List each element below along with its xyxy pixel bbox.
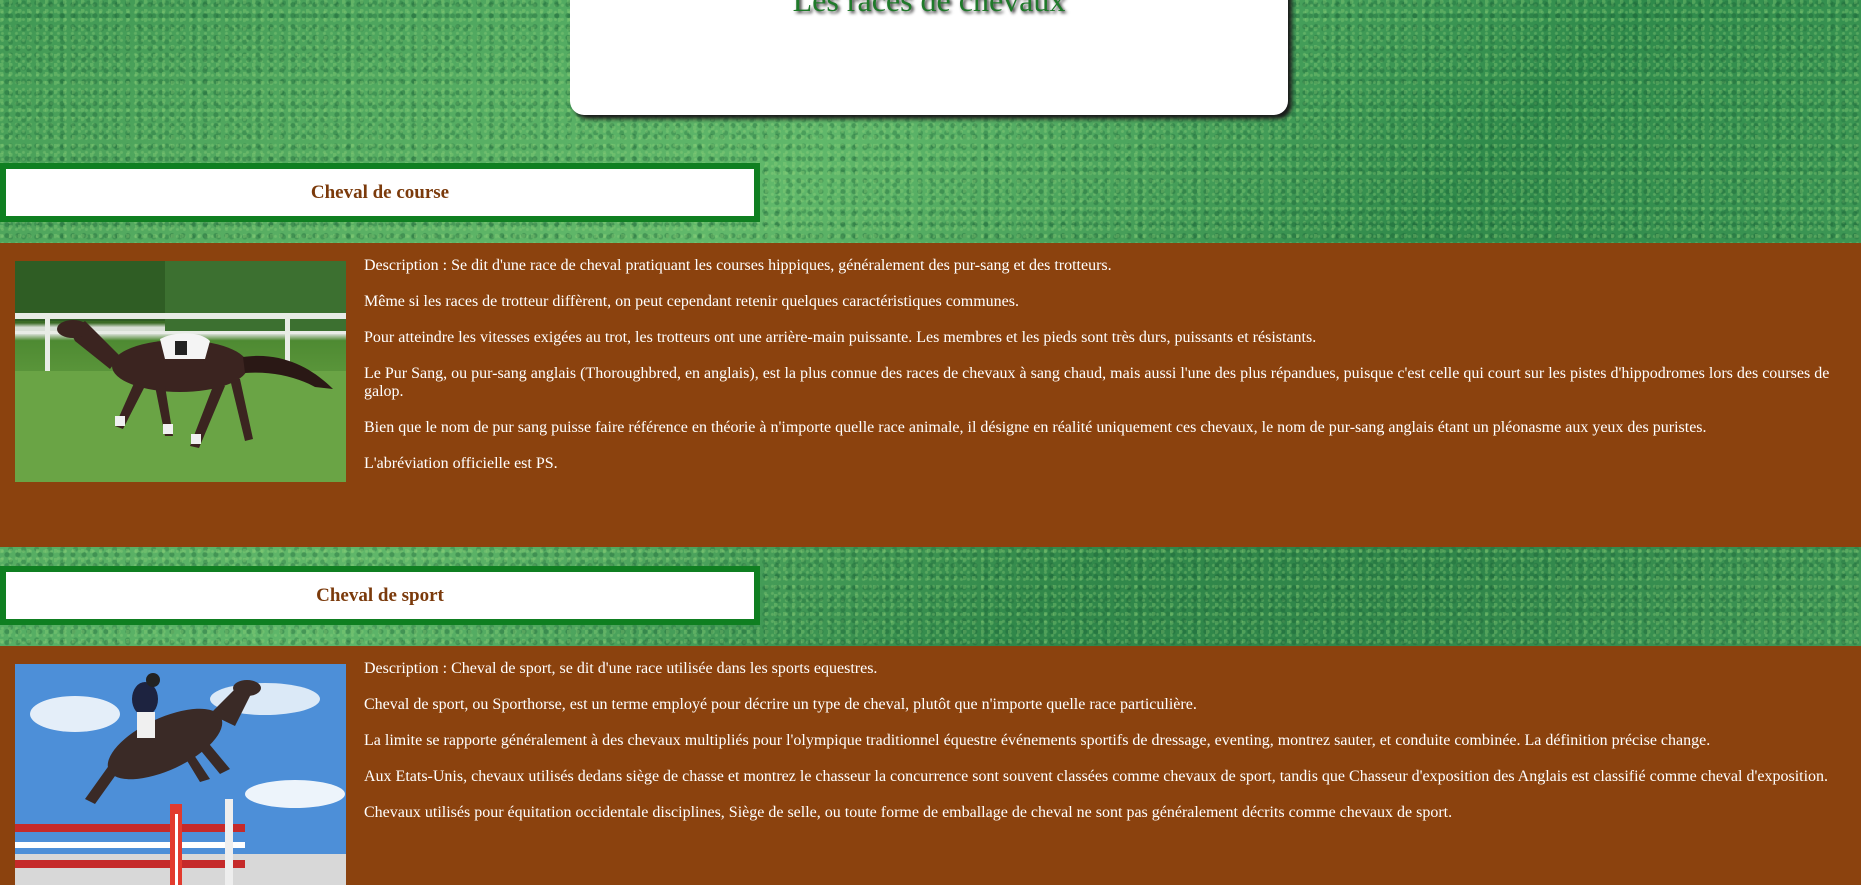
- paragraph: Description : Cheval de sport, se dit d'…: [364, 660, 878, 677]
- paragraph: La limite se rapporte généralement à des…: [364, 732, 1711, 749]
- paragraph: Même si les races de trotteur diffèrent,…: [364, 293, 1020, 310]
- section-content-course: Description : Se dit d'une race de cheva…: [0, 243, 1861, 547]
- paragraph: Description : Se dit d'une race de cheva…: [364, 257, 1112, 274]
- paragraph: Cheval de sport, ou Sporthorse, est un t…: [364, 696, 1197, 713]
- section-title-text: Cheval de course: [310, 181, 450, 203]
- show-jumping-image: [15, 664, 346, 885]
- section-text-sport: Description : Cheval de sport, se dit d'…: [364, 660, 1851, 840]
- paragraph: Le Pur Sang, ou pur-sang anglais (Thorou…: [364, 365, 1830, 400]
- section-title-text: Cheval de sport: [316, 584, 444, 606]
- paragraph: Pour atteindre les vitesses exigées au t…: [364, 329, 1317, 346]
- racehorse-image: [15, 261, 346, 482]
- paragraph: Aux Etats-Unis, chevaux utilisés dedans …: [364, 768, 1829, 785]
- section-title-sport: Cheval de sport: [0, 566, 760, 625]
- section-content-sport: Description : Cheval de sport, se dit d'…: [0, 646, 1861, 885]
- paragraph: Chevaux utilisés pour équitation occiden…: [364, 804, 1453, 821]
- page-title: Les races de chevaux: [792, 0, 1066, 18]
- header-card: Les races de chevaux: [570, 0, 1288, 115]
- section-title-course: Cheval de course: [0, 163, 760, 222]
- paragraph: L'abréviation officielle est PS.: [364, 455, 558, 472]
- section-text-course: Description : Se dit d'une race de cheva…: [364, 257, 1851, 491]
- paragraph: Bien que le nom de pur sang puisse faire…: [364, 419, 1707, 436]
